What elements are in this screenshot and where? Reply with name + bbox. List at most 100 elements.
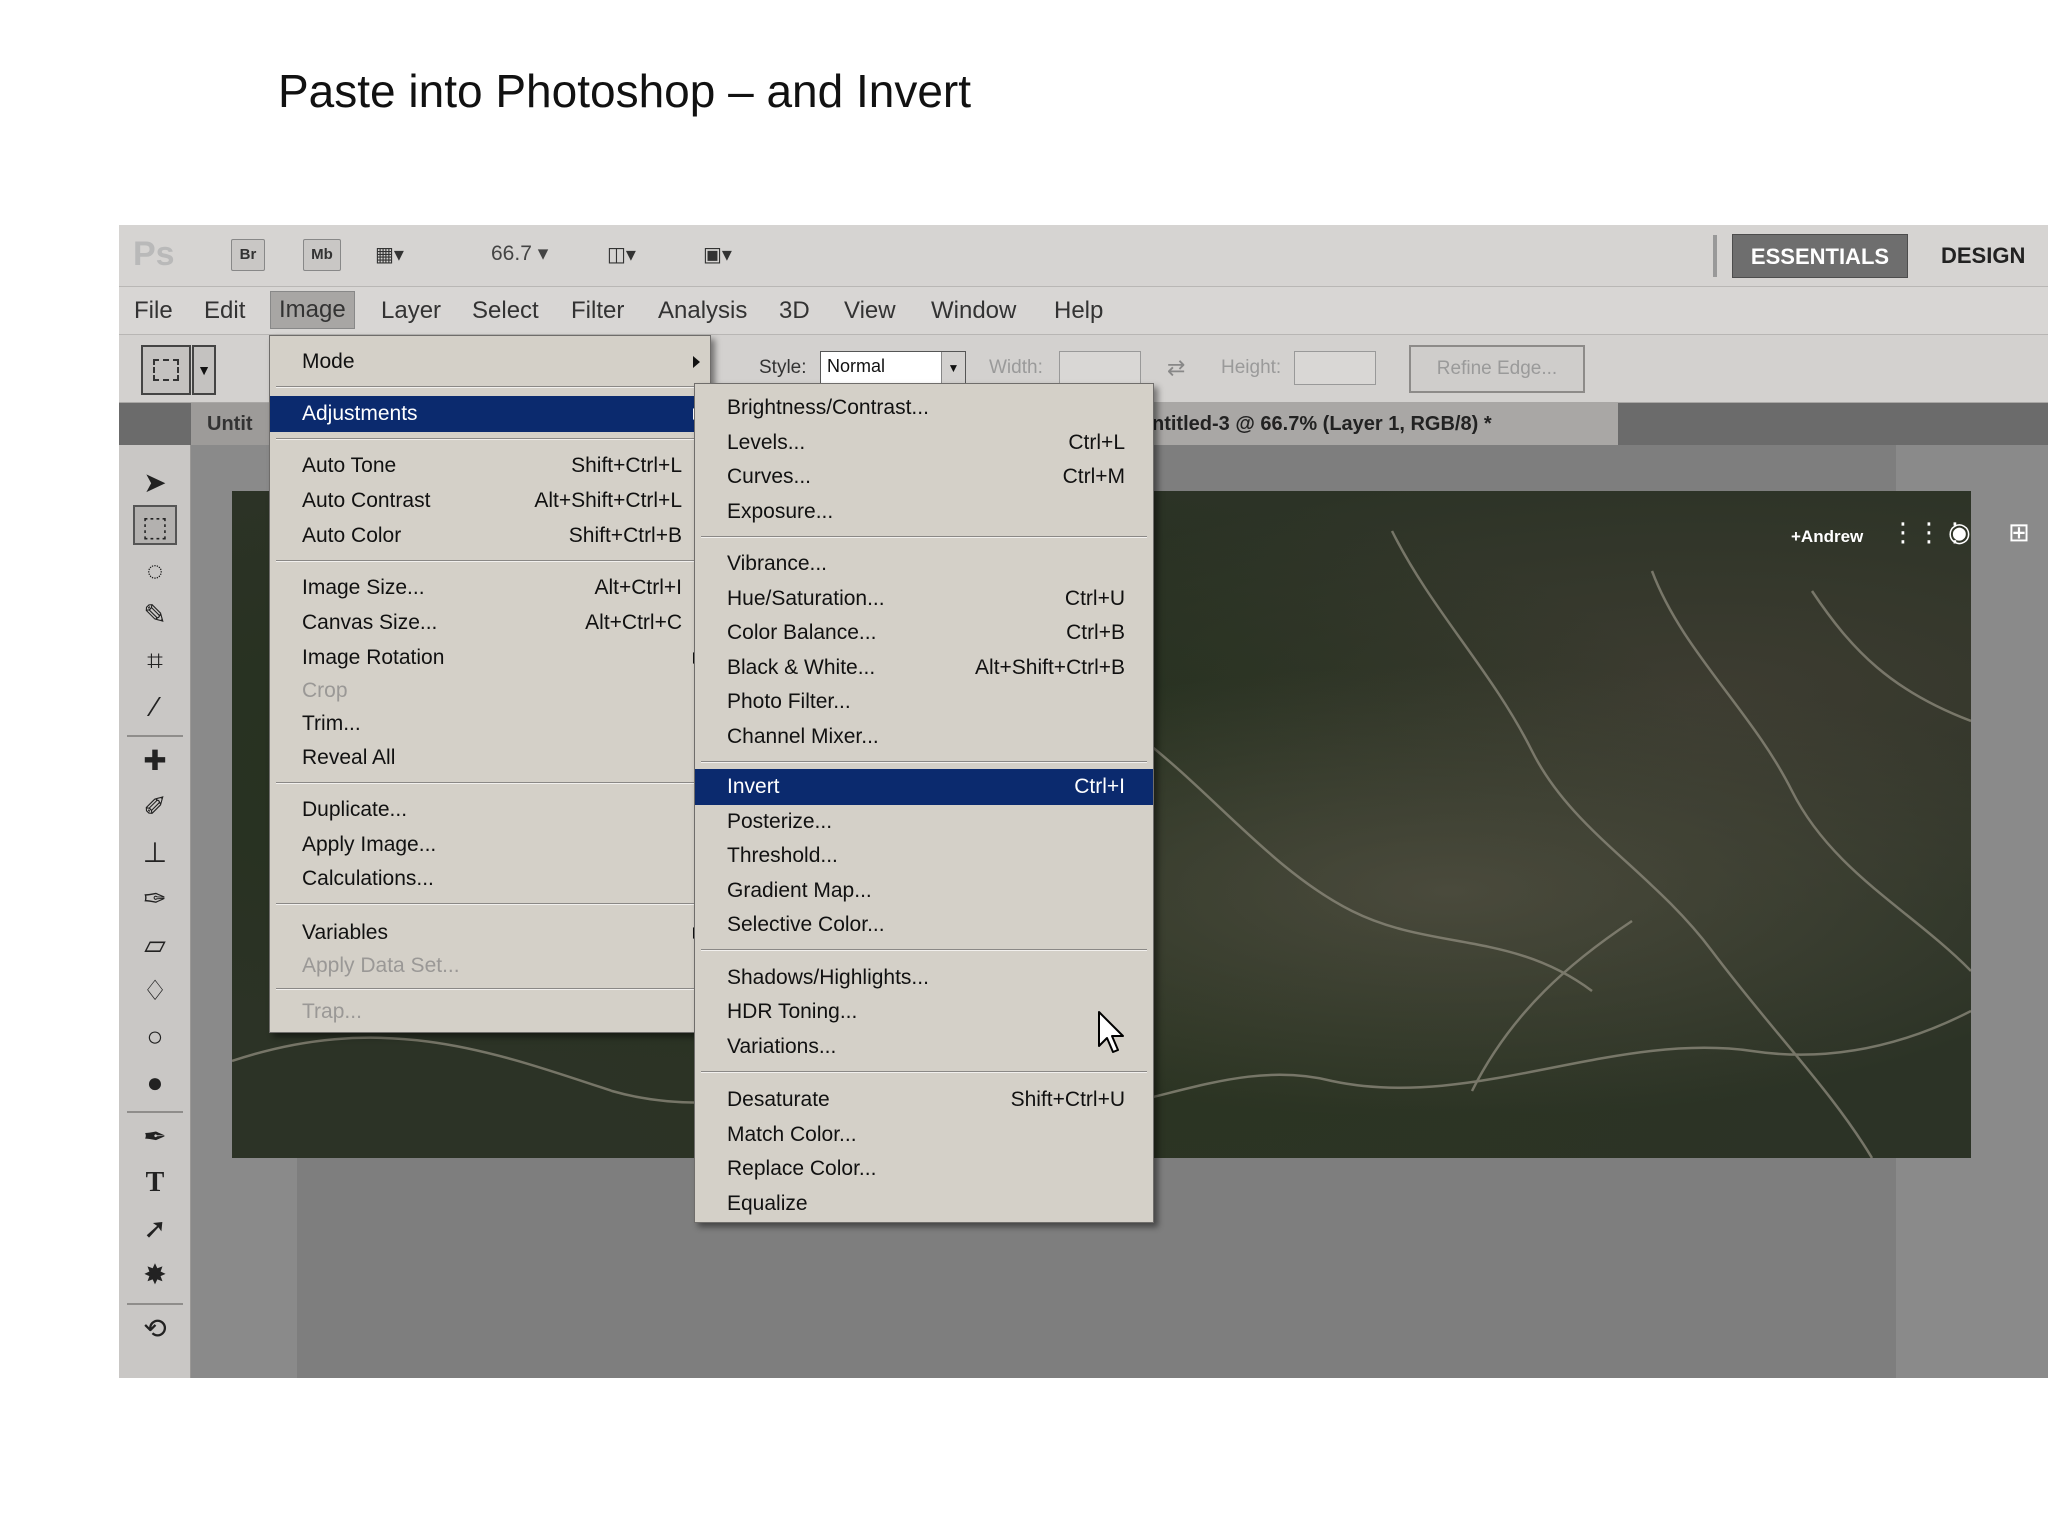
menu-separator [701,761,1147,763]
menu-item-equalize[interactable]: Equalize [695,1186,1153,1222]
style-select[interactable]: Normal ▼ [820,351,966,385]
minibridge-button[interactable]: Mb [303,239,341,271]
menu-item-shadows-highlights[interactable]: Shadows/Highlights... [695,960,1153,996]
menu-item-apply-image[interactable]: Apply Image... [270,827,710,863]
custom-shape-tool-icon[interactable]: ✸ [133,1255,177,1295]
arrange-documents-icon[interactable]: ◫▾ [607,239,636,271]
menu-item-label: Auto Contrast [302,489,431,512]
menu-item-posterize[interactable]: Posterize... [695,804,1153,840]
type-tool-icon[interactable]: T [133,1163,177,1203]
menu-window[interactable]: Window [931,297,1016,325]
menu-item-exposure[interactable]: Exposure... [695,494,1153,530]
pen-tool-icon[interactable]: ✒ [133,1117,177,1157]
width-label: Width: [989,357,1043,378]
photoshop-window: Ps Br Mb ▦▾ 66.7 ▾ ◫▾ ▣▾ ESSENTIALS DESI… [119,225,2048,1378]
menu-item-label: Vibrance... [727,552,828,575]
menu-item-shortcut: Alt+Shift+Ctrl+L [534,489,682,512]
eyedropper-tool-icon[interactable]: ⁄ [133,687,177,727]
menu-item-canvas-size[interactable]: Canvas Size... Alt+Ctrl+C [270,605,710,641]
menu-analysis[interactable]: Analysis [658,297,747,325]
move-tool-icon[interactable]: ➤ [133,463,177,503]
menu-item-match-color[interactable]: Match Color... [695,1117,1153,1153]
menu-item-trim[interactable]: Trim... [270,706,710,742]
tool-preset-dropdown[interactable]: ▼ [192,345,216,395]
menu-item-auto-tone[interactable]: Auto Tone Shift+Ctrl+L [270,448,710,484]
history-brush-tool-icon[interactable]: ✑ [133,879,177,919]
menu-view[interactable]: View [844,297,896,325]
menu-item-label: Mode [302,350,355,373]
menu-edit[interactable]: Edit [204,297,245,325]
menu-item-label: Variations... [727,1035,837,1058]
3d-rotate-tool-icon[interactable]: ⟲ [133,1309,177,1349]
menu-item-apply-data-set: Apply Data Set... [270,948,710,984]
document-tab-active[interactable]: ntitled-3 @ 66.7% (Layer 1, RGB/8) * × [1148,403,1618,445]
notifications-icon: ◉ [1948,517,1971,547]
view-extras-icon[interactable]: ▦▾ [375,239,404,271]
menu-item-threshold[interactable]: Threshold... [695,838,1153,874]
menu-image[interactable]: Image [270,291,355,329]
workspace-divider [1713,235,1717,277]
menu-item-replace-color[interactable]: Replace Color... [695,1151,1153,1187]
menu-help[interactable]: Help [1054,297,1103,325]
lasso-tool-icon[interactable]: ◌ [133,551,177,591]
menu-item-gradient-map[interactable]: Gradient Map... [695,873,1153,909]
tool-preset-picker[interactable] [141,345,191,395]
blur-tool-icon[interactable]: ○ [133,1017,177,1057]
zoom-level[interactable]: 66.7 ▾ [491,241,548,266]
menu-item-label: Crop [302,679,348,702]
menu-item-photo-filter[interactable]: Photo Filter... [695,684,1153,720]
menu-3d[interactable]: 3D [779,297,810,325]
menu-item-selective-color[interactable]: Selective Color... [695,907,1153,943]
menu-item-mode[interactable]: Mode [270,344,710,380]
menu-item-label: Channel Mixer... [727,725,879,748]
marquee-tool-icon[interactable]: ⬚ [133,505,177,545]
menu-separator [276,438,704,440]
menu-item-variables[interactable]: Variables [270,915,710,951]
menu-filter[interactable]: Filter [571,297,624,325]
bridge-button[interactable]: Br [231,239,265,271]
menu-layer[interactable]: Layer [381,297,441,325]
clone-stamp-tool-icon[interactable]: ⊥ [133,833,177,873]
healing-brush-tool-icon[interactable]: ✚ [133,741,177,781]
menu-item-levels[interactable]: Levels... Ctrl+L [695,425,1153,461]
eraser-tool-icon[interactable]: ▱ [133,925,177,965]
menu-item-duplicate[interactable]: Duplicate... [270,792,710,828]
mouse-pointer-icon [1098,1011,1124,1053]
swap-dimensions-icon[interactable]: ⇄ [1167,355,1185,381]
workspace-design-button[interactable]: DESIGN [1941,243,2025,269]
menu-item-desaturate[interactable]: Desaturate Shift+Ctrl+U [695,1082,1153,1118]
menu-item-brightness-contrast[interactable]: Brightness/Contrast... [695,390,1153,426]
menu-item-calculations[interactable]: Calculations... [270,861,710,897]
workspace-essentials-button[interactable]: ESSENTIALS [1732,234,1908,278]
menu-item-black-white[interactable]: Black & White... Alt+Shift+Ctrl+B [695,650,1153,686]
quick-selection-tool-icon[interactable]: ✎ [133,595,177,635]
menu-item-auto-contrast[interactable]: Auto Contrast Alt+Shift+Ctrl+L [270,483,710,519]
menu-item-vibrance[interactable]: Vibrance... [695,546,1153,582]
dodge-tool-icon[interactable]: ● [133,1063,177,1103]
menu-item-hue-saturation[interactable]: Hue/Saturation... Ctrl+U [695,581,1153,617]
menu-item-variations[interactable]: Variations... [695,1029,1153,1065]
width-field[interactable] [1059,351,1141,385]
menu-item-image-rotation[interactable]: Image Rotation [270,640,710,676]
menu-file[interactable]: File [134,297,173,325]
menu-select[interactable]: Select [472,297,539,325]
menu-item-shortcut: Ctrl+M [1062,465,1125,488]
tools-divider [127,735,183,737]
paint-bucket-tool-icon[interactable]: ♢ [133,971,177,1011]
crop-tool-icon[interactable]: ⌗ [133,641,177,681]
refine-edge-button[interactable]: Refine Edge... [1409,345,1585,393]
menu-item-label: Image Size... [302,576,425,599]
menu-item-reveal-all[interactable]: Reveal All [270,740,710,776]
menu-item-channel-mixer[interactable]: Channel Mixer... [695,719,1153,755]
menu-item-image-size[interactable]: Image Size... Alt+Ctrl+I [270,570,710,606]
screen-mode-icon[interactable]: ▣▾ [703,239,732,271]
height-field[interactable] [1294,351,1376,385]
brush-tool-icon[interactable]: ✐ [133,787,177,827]
menu-item-invert[interactable]: Invert Ctrl+I [695,769,1153,805]
menu-item-hdr-toning[interactable]: HDR Toning... [695,994,1153,1030]
menu-item-color-balance[interactable]: Color Balance... Ctrl+B [695,615,1153,651]
menu-item-adjustments[interactable]: Adjustments [270,396,710,432]
path-selection-tool-icon[interactable]: ➚ [133,1209,177,1249]
menu-item-curves[interactable]: Curves... Ctrl+M [695,459,1153,495]
menu-item-auto-color[interactable]: Auto Color Shift+Ctrl+B [270,518,710,554]
